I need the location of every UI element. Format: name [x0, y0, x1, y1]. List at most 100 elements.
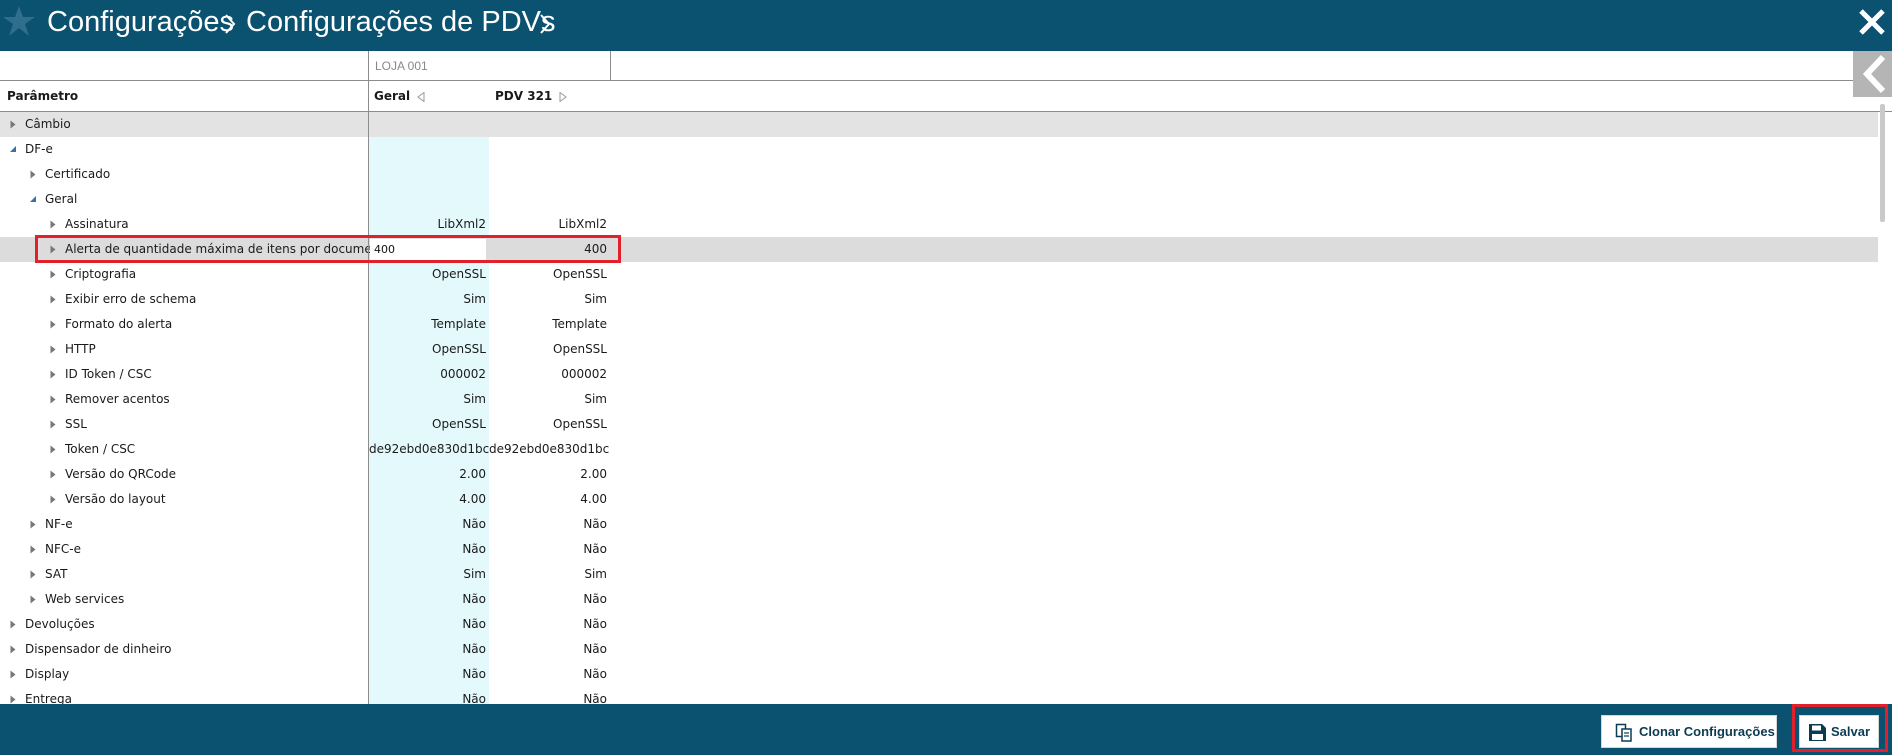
tree-row[interactable]: Versão do QRCode 2.00 2.00: [0, 462, 1878, 487]
pdv-value[interactable]: Não: [489, 542, 607, 556]
expand-arrow-icon[interactable]: [10, 695, 16, 704]
geral-value[interactable]: Sim: [369, 292, 486, 306]
footer-bar: Clonar Configurações Salvar: [0, 704, 1892, 755]
parameter-label: Entrega: [25, 692, 72, 704]
pdv-value[interactable]: Sim: [489, 292, 607, 306]
collapse-panel-button[interactable]: [1853, 51, 1892, 97]
expand-arrow-icon[interactable]: [30, 170, 36, 179]
expand-arrow-icon[interactable]: [10, 670, 16, 679]
pdv-value[interactable]: 2.00: [489, 467, 607, 481]
geral-value[interactable]: Template: [369, 317, 486, 331]
tree-row[interactable]: Geral: [0, 187, 1878, 212]
expand-arrow-icon[interactable]: [50, 420, 56, 429]
pdv-value[interactable]: Não: [489, 617, 607, 631]
scroll-left-arrow-icon[interactable]: [417, 92, 425, 102]
pdv-value[interactable]: Não: [489, 517, 607, 531]
clone-settings-button[interactable]: Clonar Configurações: [1601, 715, 1777, 748]
tree-row[interactable]: Remover acentos Sim Sim: [0, 387, 1878, 412]
tree-row[interactable]: Dispensador de dinheiro Não Não: [0, 637, 1878, 662]
geral-value[interactable]: de92ebd0e830d1bc: [369, 442, 489, 456]
expand-arrow-icon[interactable]: [50, 445, 56, 454]
expand-arrow-icon[interactable]: [50, 295, 56, 304]
pdv-value[interactable]: Não: [489, 592, 607, 606]
expand-arrow-icon[interactable]: [30, 595, 36, 604]
tree-row[interactable]: NF-e Não Não: [0, 512, 1878, 537]
expand-arrow-icon[interactable]: [10, 120, 16, 129]
pdv-value[interactable]: Não: [489, 692, 607, 704]
expanded-arrow-icon[interactable]: [30, 195, 36, 204]
tree-row[interactable]: Formato do alerta Template Template: [0, 312, 1878, 337]
geral-value[interactable]: OpenSSL: [369, 267, 486, 281]
column-header-parametro[interactable]: Parâmetro: [7, 89, 78, 103]
expand-arrow-icon[interactable]: [50, 320, 56, 329]
tree-row[interactable]: SAT Sim Sim: [0, 562, 1878, 587]
expand-arrow-icon[interactable]: [30, 545, 36, 554]
geral-value[interactable]: Não: [369, 692, 486, 704]
geral-value[interactable]: LibXml2: [369, 217, 486, 231]
expand-arrow-icon[interactable]: [50, 220, 56, 229]
tree-row[interactable]: Display Não Não: [0, 662, 1878, 687]
breadcrumb-configuracoes[interactable]: Configurações: [47, 6, 234, 39]
geral-value[interactable]: 000002: [369, 367, 486, 381]
geral-value[interactable]: Não: [369, 517, 486, 531]
tree-row[interactable]: NFC-e Não Não: [0, 537, 1878, 562]
column-header-geral[interactable]: Geral: [374, 89, 410, 103]
scroll-right-arrow-icon[interactable]: [559, 92, 567, 102]
expanded-arrow-icon[interactable]: [10, 145, 16, 154]
tree-row[interactable]: DF-e: [0, 137, 1878, 162]
geral-value[interactable]: Não: [369, 642, 486, 656]
geral-value[interactable]: Não: [369, 667, 486, 681]
geral-value[interactable]: OpenSSL: [369, 417, 486, 431]
geral-value[interactable]: OpenSSL: [369, 342, 486, 356]
expand-arrow-icon[interactable]: [50, 470, 56, 479]
tree-row[interactable]: Versão do layout 4.00 4.00: [0, 487, 1878, 512]
expand-arrow-icon[interactable]: [50, 495, 56, 504]
pdv-value[interactable]: LibXml2: [489, 217, 607, 231]
pdv-value[interactable]: Não: [489, 667, 607, 681]
expand-arrow-icon[interactable]: [50, 395, 56, 404]
geral-value[interactable]: Sim: [369, 392, 486, 406]
tree-row[interactable]: Câmbio: [0, 112, 1878, 137]
expand-arrow-icon[interactable]: [30, 520, 36, 529]
tree-row[interactable]: ID Token / CSC 000002 000002: [0, 362, 1878, 387]
favorite-star-icon[interactable]: [2, 4, 36, 38]
pdv-value[interactable]: OpenSSL: [489, 342, 607, 356]
pdv-value[interactable]: 000002: [489, 367, 607, 381]
pdv-value[interactable]: OpenSSL: [489, 267, 607, 281]
expand-arrow-icon[interactable]: [10, 645, 16, 654]
expand-arrow-icon[interactable]: [50, 370, 56, 379]
parameter-label: Devoluções: [25, 617, 95, 631]
pdv-value[interactable]: de92ebd0e830d1bc: [489, 442, 609, 456]
tree-row[interactable]: Criptografia OpenSSL OpenSSL: [0, 262, 1878, 287]
pdv-value[interactable]: Template: [489, 317, 607, 331]
tree-row[interactable]: Web services Não Não: [0, 587, 1878, 612]
geral-value[interactable]: Não: [369, 592, 486, 606]
geral-value[interactable]: 2.00: [369, 467, 486, 481]
tree-row[interactable]: Token / CSC de92ebd0e830d1bc de92ebd0e830d…: [0, 437, 1878, 462]
geral-value[interactable]: Não: [369, 542, 486, 556]
tree-row[interactable]: Entrega Não Não: [0, 687, 1878, 704]
expand-arrow-icon[interactable]: [30, 570, 36, 579]
tree-row[interactable]: Certificado: [0, 162, 1878, 187]
geral-value[interactable]: 4.00: [369, 492, 486, 506]
tree-row[interactable]: Exibir erro de schema Sim Sim: [0, 287, 1878, 312]
tree-row[interactable]: HTTP OpenSSL OpenSSL: [0, 337, 1878, 362]
tree-row[interactable]: Assinatura LibXml2 LibXml2: [0, 212, 1878, 237]
expand-arrow-icon[interactable]: [50, 270, 56, 279]
column-header-pdv[interactable]: PDV 321: [495, 89, 552, 103]
tree-row[interactable]: SSL OpenSSL OpenSSL: [0, 412, 1878, 437]
parameter-label: Assinatura: [65, 217, 129, 231]
pdv-value[interactable]: Não: [489, 642, 607, 656]
pdv-value[interactable]: Sim: [489, 392, 607, 406]
tree-row[interactable]: Devoluções Não Não: [0, 612, 1878, 637]
geral-value[interactable]: Sim: [369, 567, 486, 581]
pdv-value[interactable]: 4.00: [489, 492, 607, 506]
vertical-scrollbar[interactable]: [1880, 104, 1885, 222]
expand-arrow-icon[interactable]: [10, 620, 16, 629]
pdv-value[interactable]: OpenSSL: [489, 417, 607, 431]
parameter-label: NFC-e: [45, 542, 81, 556]
geral-value[interactable]: Não: [369, 617, 486, 631]
expand-arrow-icon[interactable]: [50, 345, 56, 354]
close-icon[interactable]: [1857, 7, 1887, 37]
pdv-value[interactable]: Sim: [489, 567, 607, 581]
